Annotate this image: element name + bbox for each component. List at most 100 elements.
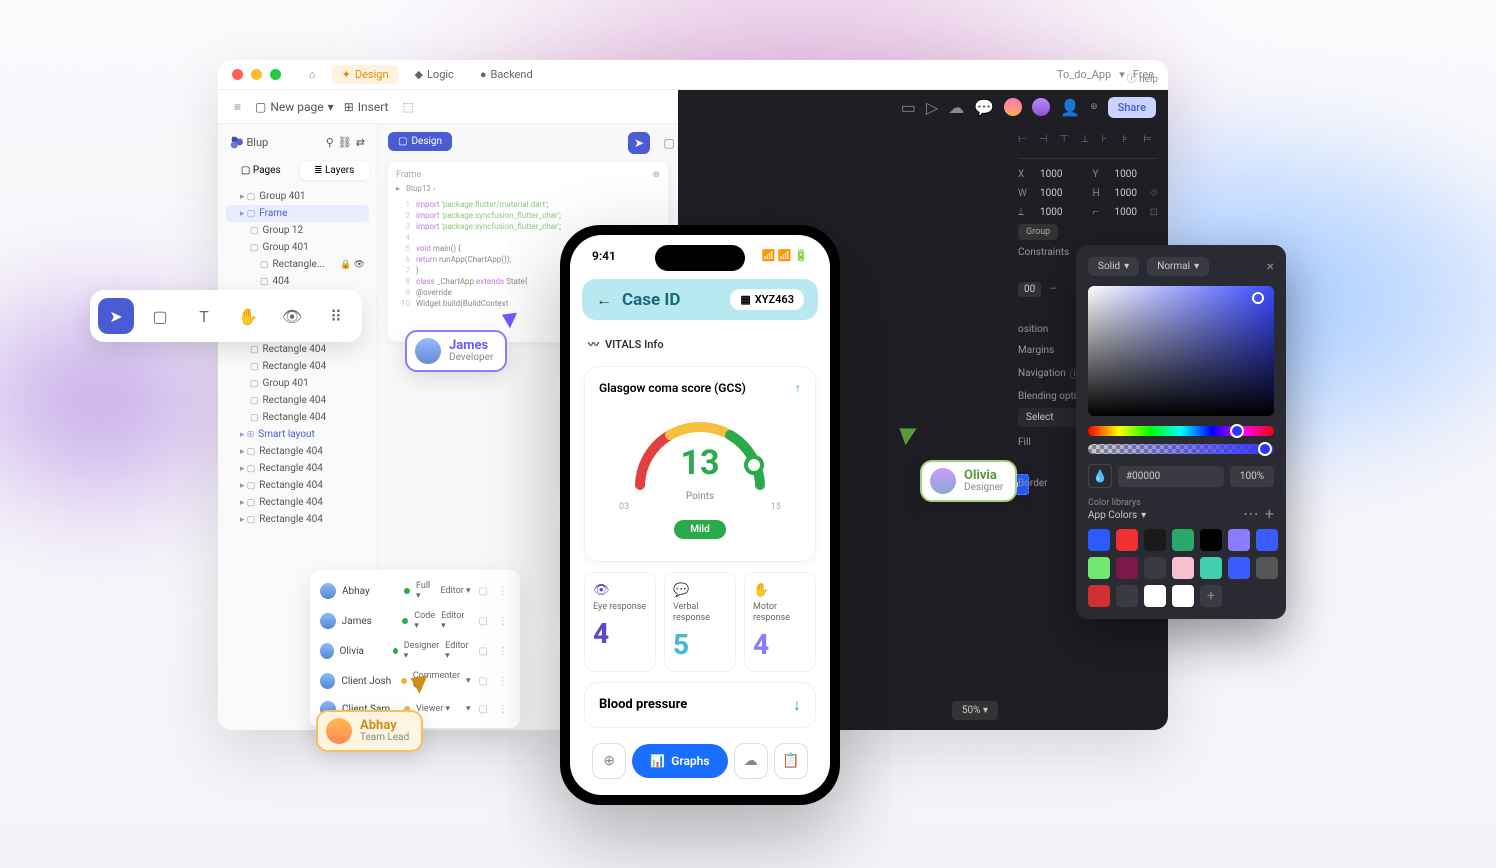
layer-item[interactable]: ▸ ▢Frame xyxy=(226,205,369,222)
layer-item[interactable]: ▸ ▢Rectangle 404 xyxy=(226,494,369,511)
layer-item[interactable]: ▢Rectangle 404 xyxy=(226,358,369,375)
rotation-input[interactable]: 1000 xyxy=(1040,207,1062,218)
zoom-level[interactable]: 50% ▾ xyxy=(952,701,998,720)
add-swatch-button[interactable]: + xyxy=(1200,585,1222,607)
color-library-select[interactable]: App Colors ▾ xyxy=(1088,510,1146,521)
hue-handle[interactable] xyxy=(1230,424,1244,438)
menu-icon[interactable]: ≡ xyxy=(230,96,245,118)
avatar[interactable] xyxy=(1004,98,1022,116)
nav-cloud-icon[interactable]: ☁ xyxy=(734,743,768,779)
maximize-window-icon[interactable] xyxy=(270,69,281,80)
layer-item[interactable]: ▢404 xyxy=(226,273,369,290)
avatar[interactable] xyxy=(1032,98,1050,116)
layer-item[interactable]: ▸ ▢Rectangle 404 xyxy=(226,477,369,494)
layer-item[interactable]: ▢Rectangle 404 xyxy=(226,409,369,426)
collaborator-row[interactable]: AbhayFull ▾Editor ▾▢⋮ xyxy=(316,576,514,606)
response-card[interactable]: 👁Eye response4 xyxy=(584,572,656,672)
collaborator-row[interactable]: JamesCode ▾Editor ▾▢⋮ xyxy=(316,606,514,636)
nav-case-icon[interactable]: ⊕ xyxy=(592,743,626,779)
align-center-icon[interactable]: ⊣ xyxy=(1039,134,1054,150)
frame-tool-icon[interactable]: ▢ xyxy=(658,132,680,154)
alpha-handle[interactable] xyxy=(1258,442,1272,456)
color-swatch[interactable] xyxy=(1228,529,1250,551)
close-icon[interactable]: × xyxy=(1267,259,1274,275)
layer-item[interactable]: ▢Rectangle 404 xyxy=(226,341,369,358)
color-swatch[interactable] xyxy=(1172,529,1194,551)
more-tools-icon[interactable]: ⠿ xyxy=(318,298,354,334)
user-icon[interactable]: 👤 xyxy=(1060,98,1080,117)
layer-item[interactable]: ▢Group 401 xyxy=(226,239,369,256)
color-swatch[interactable] xyxy=(1172,557,1194,579)
link-icon[interactable]: ⛓ xyxy=(338,136,352,149)
align-left-icon[interactable]: ⊢ xyxy=(1018,134,1033,150)
cursor-tool-icon[interactable]: ➤ xyxy=(98,298,134,334)
chat-icon[interactable]: 💬 xyxy=(974,98,994,117)
align-bottom-icon[interactable]: ⊧ xyxy=(1122,134,1137,150)
color-swatch[interactable] xyxy=(1116,557,1138,579)
layer-item[interactable]: ▢Group 401 xyxy=(226,375,369,392)
blood-pressure-card[interactable]: Blood pressure ↓ xyxy=(584,682,816,728)
project-name[interactable]: To_do_App xyxy=(1057,68,1111,81)
more-icon[interactable]: ⋯ xyxy=(1243,504,1259,523)
color-swatch[interactable] xyxy=(1144,557,1166,579)
search-icon[interactable]: ⚲ xyxy=(326,136,334,149)
color-swatch[interactable] xyxy=(1088,557,1110,579)
color-swatch[interactable] xyxy=(1200,557,1222,579)
align-right-icon[interactable]: ⊤ xyxy=(1060,134,1075,150)
new-page-button[interactable]: ▢ New page ▾ xyxy=(255,100,334,114)
help-link[interactable]: ⓘ help xyxy=(1127,70,1158,85)
h-input[interactable]: 1000 xyxy=(1114,188,1136,199)
layer-item[interactable]: ▢Group 12 xyxy=(226,222,369,239)
radius-input[interactable]: 1000 xyxy=(1114,207,1136,218)
align-middle-icon[interactable]: ⊦ xyxy=(1101,134,1116,150)
saturation-handle[interactable] xyxy=(1252,292,1264,304)
nav-notes-icon[interactable]: 📋 xyxy=(774,743,808,779)
hex-input[interactable]: #00000 xyxy=(1118,466,1224,487)
color-swatch[interactable] xyxy=(1256,557,1278,579)
minimize-window-icon[interactable] xyxy=(251,69,262,80)
tab-pages[interactable]: ▢ Pages xyxy=(226,161,296,180)
group-chip[interactable]: Group xyxy=(1018,224,1058,240)
layer-item[interactable]: ▸ ▢Rectangle 404 xyxy=(226,460,369,477)
close-icon[interactable]: ⊗ xyxy=(652,170,660,180)
blend-mode-select[interactable]: Normal ▾ xyxy=(1147,257,1209,276)
opacity-input[interactable]: 100% xyxy=(1230,466,1274,487)
color-swatch[interactable] xyxy=(1172,585,1194,607)
home-button[interactable]: ⌂ xyxy=(299,65,326,84)
distribute-icon[interactable]: ⊨ xyxy=(1143,134,1158,150)
w-input[interactable]: 1000 xyxy=(1040,188,1062,199)
close-window-icon[interactable] xyxy=(232,69,243,80)
eyedropper-icon[interactable]: 💧 xyxy=(1088,464,1112,488)
color-swatch[interactable] xyxy=(1088,529,1110,551)
component-icon[interactable]: ⬚ xyxy=(398,96,417,118)
layer-item[interactable]: ▸ ▢Rectangle 404 xyxy=(226,511,369,528)
tab-logic[interactable]: ◆ Logic xyxy=(405,65,464,84)
nav-graphs-button[interactable]: 📊 Graphs xyxy=(632,744,727,778)
color-swatch[interactable] xyxy=(1256,529,1278,551)
rect-tool-icon[interactable]: ▢ xyxy=(142,298,178,334)
add-swatch-icon[interactable]: + xyxy=(1265,504,1274,523)
layer-item[interactable]: ▸ ▢Rectangle 404 xyxy=(226,443,369,460)
layer-item[interactable]: ▸ ▢Group 401 xyxy=(226,188,369,205)
color-swatch[interactable] xyxy=(1228,557,1250,579)
y-input[interactable]: 1000 xyxy=(1114,169,1136,180)
color-swatch[interactable] xyxy=(1144,585,1166,607)
tab-backend[interactable]: ● Backend xyxy=(470,65,543,84)
collaborator-row[interactable]: OliviaDesigner ▾Editor ▾▢⋮ xyxy=(316,636,514,666)
layer-item[interactable]: ▸ ⊞Smart layout xyxy=(226,426,369,443)
color-swatch[interactable] xyxy=(1144,529,1166,551)
layer-item[interactable]: ▢Rectangle...🔒 👁 xyxy=(226,256,369,273)
x-input[interactable]: 1000 xyxy=(1040,169,1062,180)
insert-button[interactable]: ⊞ Insert xyxy=(344,100,389,114)
color-swatch[interactable] xyxy=(1200,529,1222,551)
tab-layers[interactable]: ≣ Layers xyxy=(300,161,370,180)
constraint-value[interactable]: 00 xyxy=(1018,282,1041,297)
expand-radius-icon[interactable]: ⊡ xyxy=(1150,207,1158,218)
align-top-icon[interactable]: ⊥ xyxy=(1081,134,1096,150)
layer-item[interactable]: ▢Rectangle 404 xyxy=(226,392,369,409)
response-card[interactable]: ✋Motor response4 xyxy=(744,572,816,672)
swap-icon[interactable]: ⇄ xyxy=(356,136,365,149)
back-arrow-icon[interactable]: ← xyxy=(596,290,612,310)
pointer-tool-icon[interactable]: ➤ xyxy=(628,132,650,154)
book-icon[interactable]: ▭ xyxy=(901,98,916,117)
